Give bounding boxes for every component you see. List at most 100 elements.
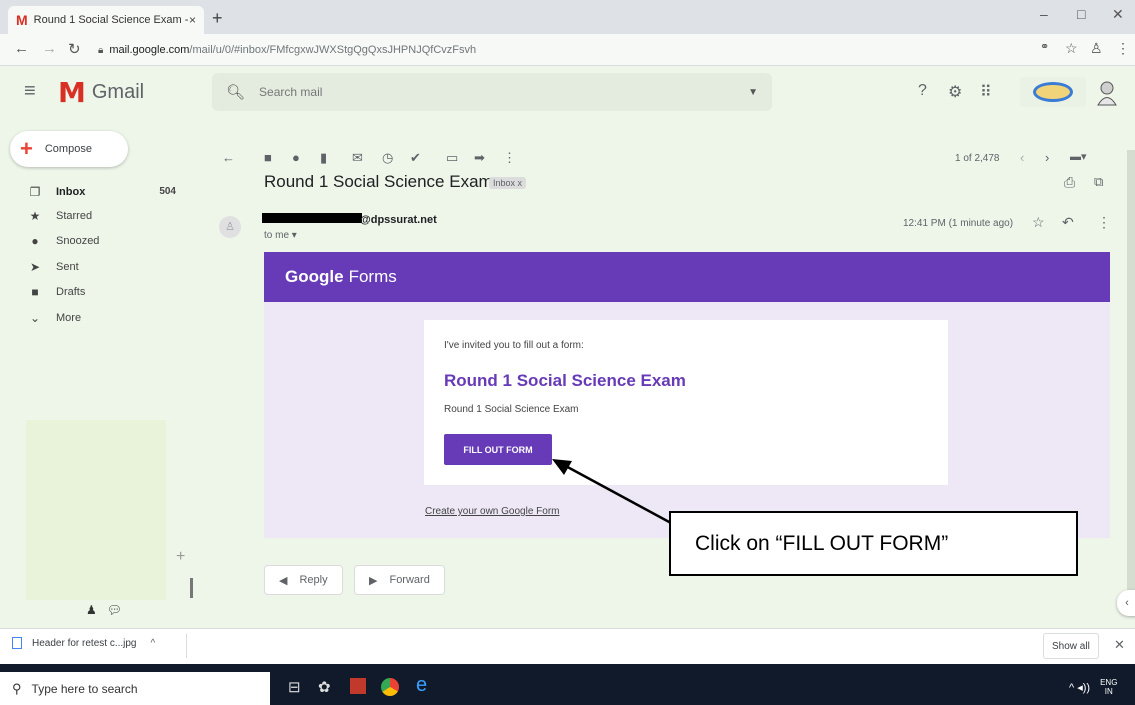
reply-label: Reply xyxy=(299,574,328,586)
inbox-label-chip[interactable]: Inbox x xyxy=(489,177,527,189)
clock-icon: ● xyxy=(31,233,39,248)
add-icon[interactable]: + xyxy=(176,548,185,566)
scrollbar[interactable] xyxy=(1127,150,1135,600)
sender-email[interactable]: @dpssurat.net xyxy=(360,214,437,226)
url-field[interactable]: 🔒︎ mail.google.com /mail/u/0/#inbox/FMfc… xyxy=(92,39,1022,61)
browser-menu-icon[interactable]: ⋮ xyxy=(1116,40,1130,57)
help-icon[interactable]: ? xyxy=(918,82,927,100)
snooze-icon[interactable]: ◷ xyxy=(382,150,393,166)
sidebar-item-label: Snoozed xyxy=(56,234,100,247)
gmail-favicon-icon: M xyxy=(16,12,28,28)
gmail-logo[interactable]: M Gmail xyxy=(58,76,144,109)
invite-text: I've invited you to fill out a form: xyxy=(444,340,584,351)
taskbar-search[interactable]: ⚲ Type here to search xyxy=(0,672,270,705)
more-actions-icon[interactable]: ⋮ xyxy=(503,150,516,166)
send-icon: ➤ xyxy=(29,259,41,274)
settings-gear-icon[interactable]: ⚙ xyxy=(948,82,962,102)
app-icon[interactable]: ✿ xyxy=(318,678,331,696)
print-icon[interactable]: ⎙ xyxy=(1064,174,1075,191)
panel-resize-handle[interactable] xyxy=(190,578,193,598)
instruction-callout: Click on “FILL OUT FORM” xyxy=(669,511,1078,576)
sidebar-item-snoozed[interactable]: ● Snoozed xyxy=(0,228,192,253)
form-title: Round 1 Social Science Exam xyxy=(444,371,686,390)
tray-icons[interactable]: ^ ◂)) xyxy=(1069,681,1090,694)
chevron-up-icon[interactable]: ^ xyxy=(151,638,156,649)
search-options-icon[interactable]: ▼ xyxy=(748,87,758,98)
key-icon[interactable]: ⚭ xyxy=(1040,40,1049,53)
add-to-tasks-icon[interactable]: ✔ xyxy=(410,150,421,166)
divider xyxy=(186,634,187,658)
sidebar-item-sent[interactable]: ➤ Sent xyxy=(0,254,192,279)
sender-avatar[interactable]: ♙ xyxy=(219,216,241,238)
report-spam-icon[interactable]: ● xyxy=(292,150,300,165)
hangouts-panel xyxy=(26,420,166,600)
task-view-icon[interactable]: ⊟ xyxy=(288,678,301,696)
gmail-wordmark: Gmail xyxy=(91,81,145,103)
language-indicator[interactable]: ENG IN xyxy=(1100,678,1117,696)
forward-label: Forward xyxy=(389,574,430,586)
taskbar-search-input[interactable]: Type here to search xyxy=(32,682,138,696)
url-path: /mail/u/0/#inbox/FMfcgxwJWXStgQgQxsJHPNJ… xyxy=(189,44,477,56)
forward-arrow-icon[interactable]: → xyxy=(42,40,57,57)
open-new-window-icon[interactable]: ⧉ xyxy=(1094,174,1103,190)
label-icon[interactable]: ➡ xyxy=(474,150,485,166)
search-icon: ⚲ xyxy=(12,680,22,696)
compose-plus-icon: + xyxy=(20,136,33,161)
account-avatar[interactable] xyxy=(1093,78,1121,106)
search-input[interactable]: Search mail xyxy=(259,85,748,99)
bookmark-star-icon[interactable]: ☆ xyxy=(1065,40,1078,57)
back-arrow-icon[interactable]: ← xyxy=(14,40,29,57)
recipient-details[interactable]: to me ▾ xyxy=(264,230,297,241)
compose-button[interactable]: + Compose xyxy=(10,131,128,167)
unread-count: 504 xyxy=(159,186,176,197)
reload-icon[interactable]: ↻ xyxy=(68,40,81,58)
older-icon[interactable]: › xyxy=(1045,150,1049,165)
reply-button[interactable]: ◀ Reply xyxy=(264,565,343,595)
star-icon[interactable]: ☆ xyxy=(1032,214,1045,231)
search-icon[interactable]: 🔍︎ xyxy=(226,83,245,101)
profile-icon[interactable]: ♙ xyxy=(1090,40,1103,57)
download-item[interactable]: Header for retest c...jpg ^ xyxy=(12,637,155,649)
maximize-button[interactable]: □ xyxy=(1077,6,1085,22)
url-host: mail.google.com xyxy=(109,44,190,56)
contacts-icon[interactable]: ♟ 💬︎ xyxy=(86,603,122,617)
chrome-icon[interactable] xyxy=(381,678,399,696)
show-all-button[interactable]: Show all xyxy=(1043,633,1099,659)
mark-unread-icon[interactable]: ✉ xyxy=(352,150,363,166)
back-to-inbox-icon[interactable]: ← xyxy=(222,150,235,165)
sidebar-item-label: Starred xyxy=(56,209,93,222)
browser-tab[interactable]: M Round 1 Social Science Exam - In × xyxy=(8,6,204,34)
forward-button[interactable]: ▶ Forward xyxy=(354,565,445,595)
page-count: 1 of 2,478 xyxy=(955,153,1000,164)
reply-icon[interactable]: ↶ xyxy=(1062,214,1074,231)
sidebar-item-starred[interactable]: ★ Starred xyxy=(0,203,192,228)
message-time: 12:41 PM (1 minute ago) xyxy=(903,218,1014,229)
edge-icon[interactable]: e xyxy=(416,674,427,697)
input-tools-icon[interactable]: ▬▾ xyxy=(1070,150,1087,163)
flash-app-icon[interactable] xyxy=(350,678,366,694)
apps-grid-icon[interactable]: ⠿ xyxy=(980,82,992,102)
newer-icon[interactable]: ‹ xyxy=(1020,150,1024,165)
sidebar-item-inbox[interactable]: ❐ Inbox 504 xyxy=(0,179,192,204)
minimize-button[interactable]: – xyxy=(1040,6,1048,22)
delete-icon[interactable]: ▮ xyxy=(320,150,327,166)
search-bar[interactable]: 🔍︎ Search mail ▼ xyxy=(212,73,772,111)
sidebar-item-more[interactable]: ⌄ More xyxy=(0,305,192,330)
sidebar-item-label: Inbox xyxy=(56,185,86,198)
archive-icon[interactable]: ■ xyxy=(264,150,272,165)
sidebar-item-drafts[interactable]: ■ Drafts xyxy=(0,279,192,304)
fill-out-form-button[interactable]: FILL OUT FORM xyxy=(444,434,552,465)
tab-close-icon[interactable]: × xyxy=(189,13,196,27)
lock-icon: 🔒︎ xyxy=(98,44,104,56)
organization-logo[interactable] xyxy=(1020,77,1086,107)
message-more-icon[interactable]: ⋮ xyxy=(1097,214,1111,231)
move-to-icon[interactable]: ▭ xyxy=(446,150,458,166)
download-shelf xyxy=(0,628,1135,664)
close-shelf-icon[interactable]: ✕ xyxy=(1114,637,1125,653)
side-panel-toggle-icon[interactable]: ‹ xyxy=(1117,590,1135,616)
main-menu-icon[interactable]: ≡ xyxy=(24,80,36,103)
system-tray[interactable]: ^ ◂)) ENG IN xyxy=(1069,678,1117,696)
new-tab-button[interactable]: + xyxy=(212,8,223,29)
draft-icon: ■ xyxy=(31,284,39,299)
window-close-button[interactable]: ✕ xyxy=(1112,6,1124,23)
